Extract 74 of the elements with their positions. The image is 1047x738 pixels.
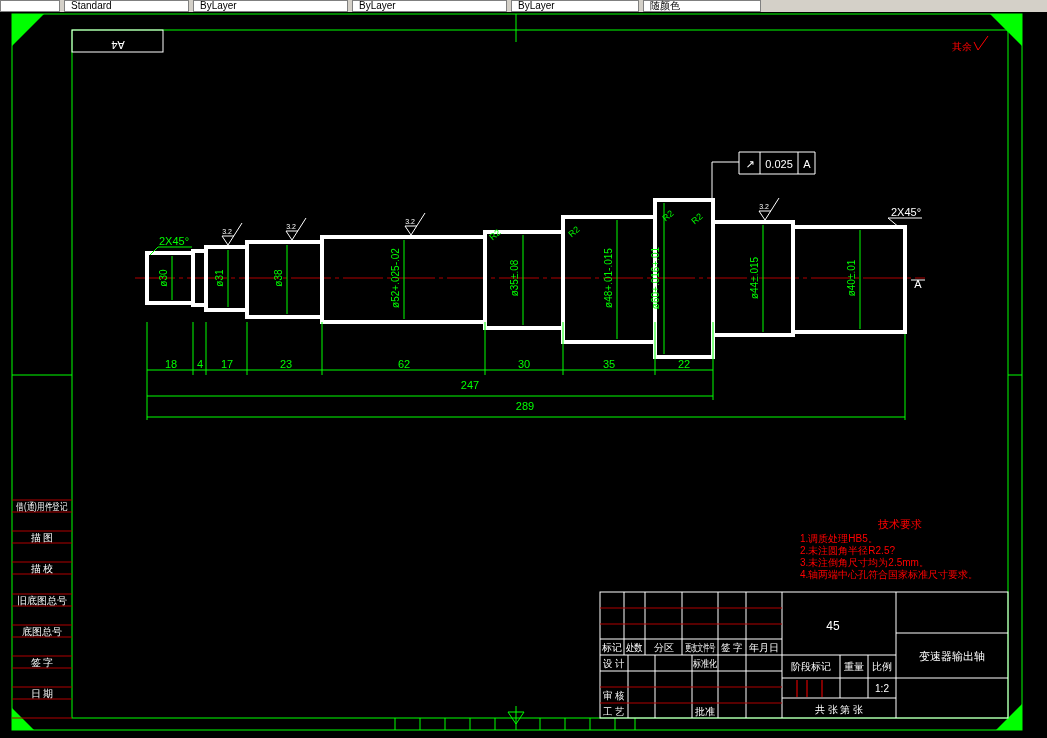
title-block-label: 设 计 (603, 657, 625, 670)
side-table-label: 描 校 (30, 563, 54, 574)
roughness-symbol-icon (285, 217, 307, 241)
dimension-value: 4 (196, 358, 204, 370)
tech-requirement: 1.调质处理HB5。 (800, 533, 878, 544)
tech-requirement: 3.未注倒角尺寸均为2.5mm。 (800, 557, 929, 568)
dimension-value: 62 (397, 358, 411, 370)
title-block-label: 阶段标记 (791, 661, 831, 672)
diameter-dimension: ø30 (158, 269, 169, 287)
tolerance-value: 0.025 (765, 158, 793, 170)
title-block-label: 批准 (695, 706, 715, 717)
tolerance-symbol: ↗ (745, 158, 755, 170)
side-table-label: 底图总号 (22, 626, 62, 637)
title-block-label: 比例 (872, 661, 892, 672)
side-table-label: 旧底图总号 (17, 595, 67, 606)
title-block-label: 标准化 (693, 658, 717, 670)
dimension-value: 247 (460, 379, 480, 391)
toolbar-dropdown[interactable] (0, 0, 60, 12)
diameter-dimension: ø31 (214, 269, 225, 287)
toolbar-dropdown[interactable]: Standard (64, 0, 189, 12)
diameter-dimension: ø44±.015 (749, 256, 760, 300)
roughness-symbol-icon (221, 222, 243, 246)
title-block-label: 更改文件号 (684, 641, 716, 654)
roughness-symbol-icon (404, 212, 426, 236)
title-block-label: 签 字 (721, 641, 743, 654)
diameter-dimension: ø35±.08 (509, 259, 520, 297)
roughness-symbol-icon (758, 197, 780, 221)
scale-value: 1:2 (875, 683, 889, 694)
title-block-label: 重量 (844, 661, 864, 672)
side-table-label: 描 图 (30, 532, 54, 543)
tech-requirement: 2.未注圆角半径R2.5? (800, 545, 896, 556)
datum-label: A (914, 278, 922, 290)
title-block-label: 审 核 (603, 689, 625, 702)
toolbar-dropdown[interactable]: 随颜色 (643, 0, 761, 12)
side-table-label: 签 字 (30, 657, 54, 668)
sheet-code: A4 (111, 39, 125, 51)
chamfer-dimension: 2X45° (890, 206, 922, 218)
title-block-label: 标记 (602, 642, 622, 653)
title-block-label: 工 艺 (603, 705, 625, 718)
side-table-label: 借(通)用件登记 (16, 501, 68, 513)
fillet-radius: R2 (566, 224, 582, 240)
dimension-value: 18 (164, 358, 178, 370)
toolbar-dropdown[interactable]: ByLayer (193, 0, 348, 12)
leader-line (149, 246, 193, 256)
datum-reference: A (803, 158, 811, 170)
dimension-value: 35 (602, 358, 616, 370)
material: 45 (826, 619, 840, 633)
roughness-note: 其余 (952, 41, 972, 52)
diameter-dimension: ø52+.025-.02 (390, 248, 401, 308)
diameter-dimension: ø48+.01-.015 (603, 248, 614, 308)
part-name: 变速器输出轴 (919, 650, 985, 662)
dimension-value: 289 (515, 400, 535, 412)
title-block-label: 处数 (626, 642, 643, 654)
fillet-radius: R2 (487, 227, 503, 243)
side-table-label: 日 期 (30, 688, 54, 699)
toolbar-dropdown[interactable]: ByLayer (511, 0, 639, 12)
diameter-dimension: ø38 (273, 269, 284, 287)
dimension-value: 22 (677, 358, 691, 370)
diameter-dimension: ø60+.016+.01 (650, 246, 661, 310)
fillet-radius: R2 (660, 208, 676, 224)
sheet-count: 共 张 第 张 (814, 704, 864, 715)
title-block-label: 年月日 (749, 642, 779, 653)
title-block-label: 分区 (653, 642, 674, 653)
dimension-value: 30 (517, 358, 531, 370)
tech-requirement: 4.轴两端中心孔符合国家标准尺寸要求。 (800, 569, 979, 580)
toolbar-dropdown[interactable]: ByLayer (352, 0, 507, 12)
dimension-value: 23 (279, 358, 293, 370)
chamfer-dimension: 2X45° (158, 235, 190, 247)
roughness-symbol-icon (973, 35, 989, 51)
diameter-dimension: ø40±.01 (846, 259, 857, 297)
tech-requirements-title: 技术要求 (878, 518, 922, 530)
dimension-value: 17 (220, 358, 234, 370)
datum-line (910, 279, 926, 281)
fillet-radius: R2 (689, 211, 705, 227)
